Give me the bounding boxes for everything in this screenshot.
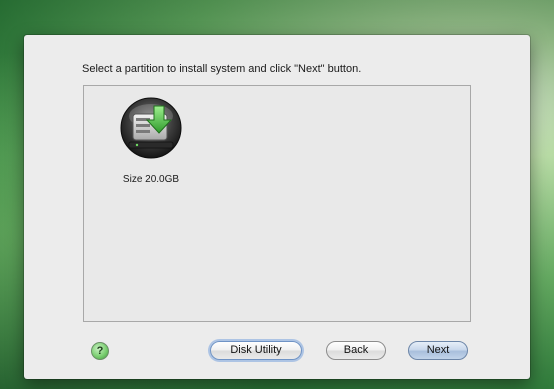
instruction-text: Select a partition to install system and… (82, 63, 362, 75)
next-button[interactable]: Next (408, 341, 468, 360)
disk-utility-button[interactable]: Disk Utility (210, 341, 302, 360)
help-button[interactable]: ? (91, 342, 109, 360)
back-button[interactable]: Back (326, 341, 386, 360)
partition-item[interactable]: Size 20.0GB (108, 96, 194, 185)
hard-disk-install-icon (120, 97, 182, 159)
partition-list[interactable]: Size 20.0GB (83, 85, 471, 322)
partition-size-label: Size 20.0GB (122, 174, 180, 185)
installer-panel: Select a partition to install system and… (24, 35, 530, 379)
